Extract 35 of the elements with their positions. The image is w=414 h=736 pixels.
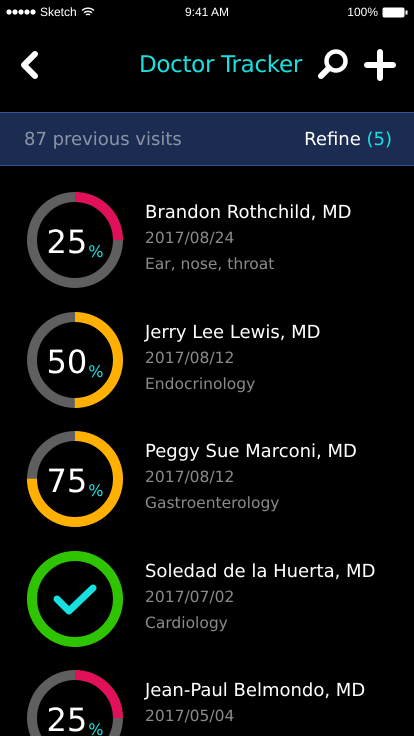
search-button[interactable]: [316, 48, 350, 82]
visit-count: 87 previous visits: [24, 128, 182, 150]
percent-sign: %: [88, 720, 104, 736]
app-title: Doctor Tracker: [138, 52, 302, 78]
percent-value: 50: [46, 346, 88, 378]
doctor-name: Peggy Sue Marconi, MD: [145, 440, 357, 464]
percent-sign: %: [88, 362, 104, 380]
doctor-name: Jerry Lee Lewis, MD: [145, 320, 321, 344]
signal-icon: [6, 9, 36, 15]
refine-button[interactable]: Refine (5): [304, 128, 392, 150]
specialty: Cardiology: [145, 612, 229, 634]
carrier-name: Sketch: [40, 5, 77, 19]
doctor-name: Soledad de la Huerta, MD: [145, 560, 376, 584]
specialty: Endocrinology: [145, 374, 256, 394]
wifi-icon: [80, 7, 95, 17]
checkmark-icon: [52, 582, 98, 616]
percent-value: 25: [46, 226, 88, 258]
battery-percent: 100%: [347, 5, 378, 19]
visit-date: 2017/08/12: [145, 348, 236, 368]
visit-date: 2017/05/04: [145, 706, 236, 727]
specialty: Gastroenterology: [145, 493, 280, 514]
visit-date: 2017/07/02: [145, 586, 236, 608]
percent-sign: %: [88, 481, 104, 500]
percent-value: 25: [46, 704, 88, 736]
visit-date: 2017/08/12: [145, 467, 236, 488]
add-button[interactable]: [364, 49, 396, 81]
specialty: Ear, nose, throat: [145, 254, 276, 275]
back-button[interactable]: [18, 50, 40, 80]
battery-icon: [382, 6, 408, 18]
doctor-name: Jean-Paul Belmondo, MD: [145, 679, 366, 703]
percent-value: 75: [46, 465, 88, 497]
visit-date: 2017/08/24: [145, 228, 236, 249]
percent-sign: %: [88, 242, 104, 261]
status-time: 9:41 AM: [184, 5, 230, 19]
doctor-name: Brandon Rothchild, MD: [145, 201, 352, 225]
